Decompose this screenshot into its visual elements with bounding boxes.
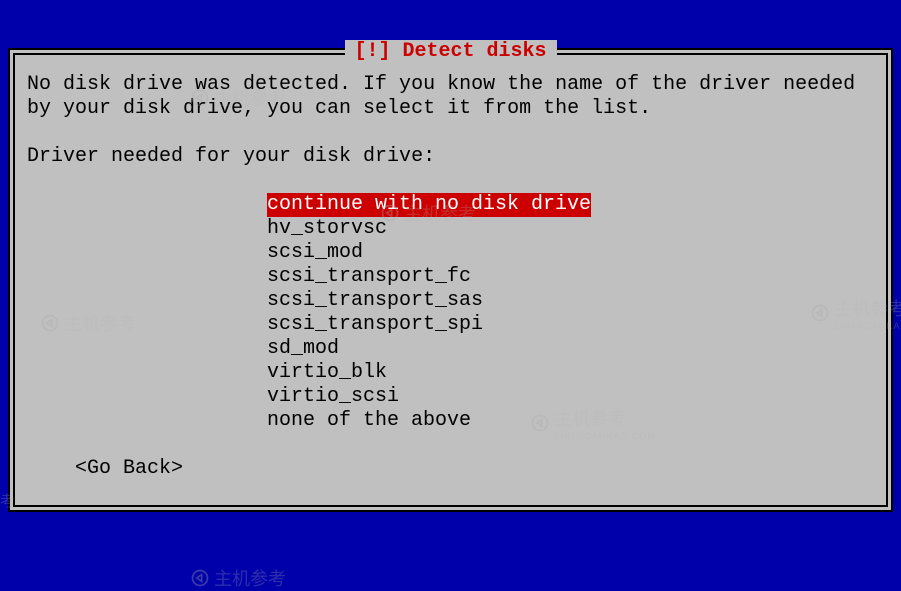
dialog-title: [!] Detect disks — [344, 40, 556, 63]
watermark-icon: 主机参考 — [190, 565, 286, 591]
dialog-window: [!] Detect disks No disk drive was detec… — [8, 48, 893, 512]
driver-list: continue with no disk drive hv_storvsc s… — [267, 193, 874, 433]
driver-option-scsi-transport-spi[interactable]: scsi_transport_spi — [267, 313, 483, 336]
go-back-button[interactable]: <Go Back> — [75, 457, 874, 481]
driver-option-continue-no-disk[interactable]: continue with no disk drive — [267, 193, 591, 217]
driver-prompt: Driver needed for your disk drive: — [27, 145, 874, 169]
dialog-inner: [!] Detect disks No disk drive was detec… — [13, 53, 888, 507]
driver-option-scsi-transport-fc[interactable]: scsi_transport_fc — [267, 265, 471, 288]
driver-option-virtio-blk[interactable]: virtio_blk — [267, 361, 387, 384]
driver-option-scsi-transport-sas[interactable]: scsi_transport_sas — [267, 289, 483, 312]
driver-option-scsi-mod[interactable]: scsi_mod — [267, 241, 363, 264]
message-line-2: by your disk drive, you can select it fr… — [27, 97, 874, 121]
driver-option-hv-storvsc[interactable]: hv_storvsc — [267, 217, 387, 240]
driver-option-none-of-above[interactable]: none of the above — [267, 409, 471, 432]
message-line-1: No disk drive was detected. If you know … — [27, 73, 874, 97]
dialog-body: No disk drive was detected. If you know … — [27, 73, 874, 481]
driver-option-virtio-scsi[interactable]: virtio_scsi — [267, 385, 399, 408]
driver-option-sd-mod[interactable]: sd_mod — [267, 337, 339, 360]
